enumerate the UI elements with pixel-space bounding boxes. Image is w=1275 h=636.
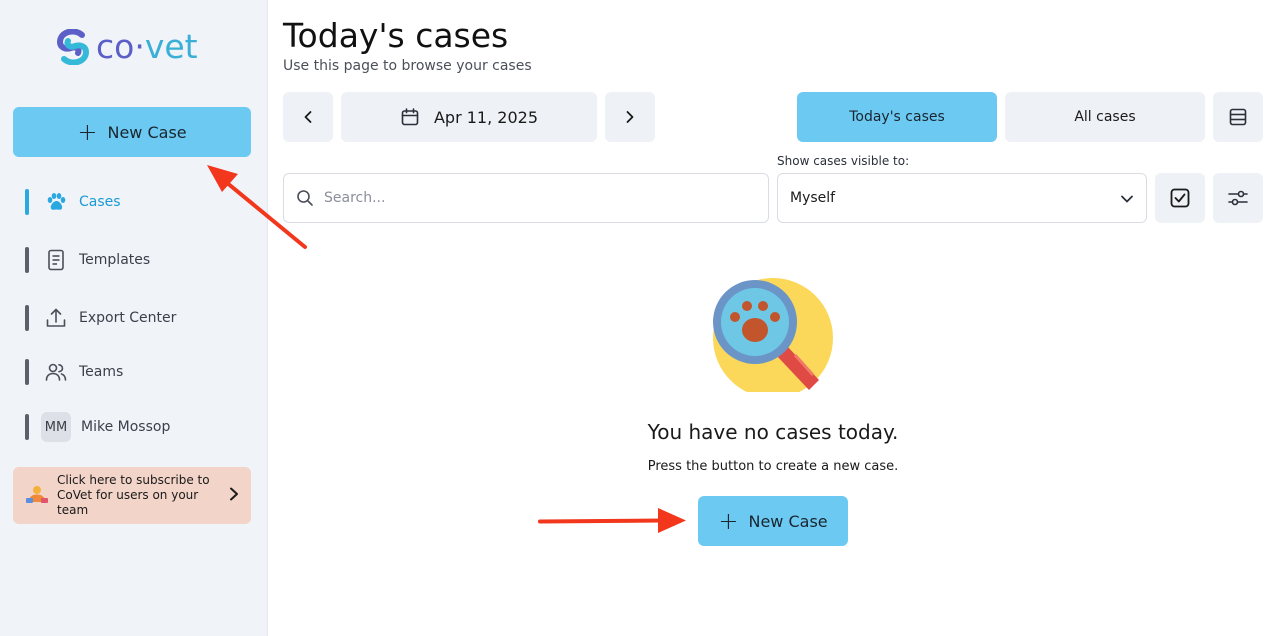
sidebar-item-label: Templates [79, 252, 151, 268]
sliders-icon [1228, 190, 1248, 206]
chevron-right-icon [229, 486, 239, 505]
visibility-select[interactable]: Myself [777, 173, 1147, 223]
list-view-button[interactable] [1213, 92, 1263, 142]
search-box[interactable] [283, 173, 769, 223]
visibility-value: Myself [790, 190, 836, 206]
sidebar: co·vet + New Case Cases Templates Export [0, 0, 268, 636]
nav-indicator [25, 359, 29, 385]
previous-day-button[interactable] [283, 92, 333, 142]
search-icon [297, 190, 313, 206]
promo-text: Click here to subscribe to CoVet for use… [57, 473, 210, 517]
list-view-icon [1229, 108, 1247, 126]
empty-state-title: You have no cases today. [647, 420, 899, 444]
upload-icon [45, 307, 67, 329]
covet-logo[interactable]: co·vet [56, 27, 198, 66]
empty-state-subtitle: Press the button to create a new case. [647, 459, 899, 474]
nav-indicator [25, 247, 29, 273]
select-mode-button[interactable] [1155, 173, 1205, 223]
sidebar-item-export-center[interactable]: Export Center [25, 303, 176, 333]
subscribe-promo-banner[interactable]: Click here to subscribe to CoVet for use… [13, 467, 251, 524]
main-content: Today's cases Use this page to browse yo… [283, 0, 1263, 636]
sidebar-item-user[interactable]: MM Mike Mossop [25, 412, 170, 442]
sidebar-item-label: Cases [79, 194, 121, 210]
nav-indicator [25, 305, 29, 331]
chevron-left-icon [304, 111, 312, 123]
tab-label: All cases [1074, 109, 1136, 125]
magnifier-paw-illustration [713, 278, 833, 392]
sidebar-item-label: Export Center [79, 310, 177, 326]
user-name: Mike Mossop [81, 419, 171, 435]
document-icon [45, 249, 67, 271]
paw-icon [45, 191, 67, 213]
users-icon [45, 361, 67, 383]
sidebar-item-templates[interactable]: Templates [25, 245, 150, 275]
sidebar-item-label: Teams [79, 364, 124, 380]
new-case-label: New Case [748, 511, 828, 531]
tab-label: Today's cases [849, 109, 945, 125]
filter-settings-button[interactable] [1213, 173, 1263, 223]
sidebar-item-teams[interactable]: Teams [25, 357, 123, 387]
active-indicator [25, 189, 29, 215]
sidebar-new-case-button[interactable]: + New Case [13, 107, 251, 157]
date-value: Apr 11, 2025 [433, 107, 538, 127]
visibility-label: Show cases visible to: [777, 154, 910, 168]
nav-indicator [25, 414, 29, 440]
calendar-icon [401, 108, 419, 126]
chevron-down-icon [1120, 189, 1134, 208]
new-case-button[interactable]: + New Case [698, 496, 848, 546]
checkbox-icon [1170, 188, 1190, 208]
plus-icon: + [718, 507, 739, 535]
sidebar-item-cases[interactable]: Cases [25, 187, 121, 217]
covet-logo-icon [56, 28, 90, 65]
sidebar-new-case-label: New Case [107, 122, 187, 142]
avatar: MM [41, 412, 71, 442]
logo-wordmark: co·vet [96, 27, 198, 66]
page-title: Today's cases [283, 16, 509, 55]
date-picker-button[interactable]: Apr 11, 2025 [341, 92, 597, 142]
tab-todays-cases[interactable]: Today's cases [797, 92, 997, 142]
team-icon [25, 483, 49, 509]
tab-all-cases[interactable]: All cases [1005, 92, 1205, 142]
chevron-right-icon [626, 111, 634, 123]
page-subtitle: Use this page to browse your cases [283, 58, 532, 74]
next-day-button[interactable] [605, 92, 655, 142]
plus-icon: + [77, 118, 98, 146]
search-input[interactable] [324, 190, 744, 206]
